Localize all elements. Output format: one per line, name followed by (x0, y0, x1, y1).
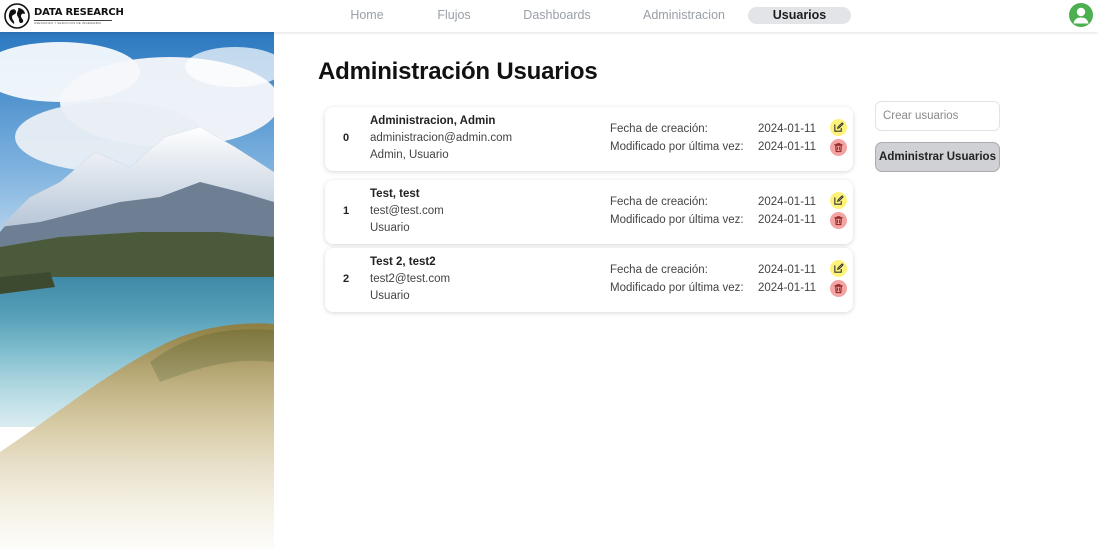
created-label: Fecha de creación: (610, 264, 708, 276)
created-label: Fecha de creación: (610, 123, 708, 135)
user-roles: Usuario (370, 290, 410, 302)
edit-user-button[interactable] (830, 260, 847, 277)
landscape-image (0, 32, 274, 549)
user-email: test@test.com (370, 205, 444, 217)
delete-user-button[interactable] (830, 212, 847, 229)
edit-user-button[interactable] (830, 119, 847, 136)
modified-label: Modificado por última vez: (610, 141, 744, 153)
user-card: 0 Administracion, Admin administracion@a… (325, 107, 853, 171)
trash-icon (834, 143, 843, 153)
create-users-input[interactable] (875, 101, 1000, 131)
top-navigation-bar: DATA RESEARCH ASESORIAS Y SERVICIOS DE I… (0, 0, 1098, 32)
manage-users-button[interactable]: Administrar Usuarios (875, 142, 1000, 172)
user-avatar-button[interactable] (1069, 3, 1093, 27)
nav-item-administracion[interactable]: Administracion (636, 7, 732, 24)
user-avatar-icon (1073, 7, 1089, 24)
delete-user-button[interactable] (830, 139, 847, 156)
modified-date: 2024-01-11 (758, 214, 816, 226)
modified-date: 2024-01-11 (758, 141, 816, 153)
user-card: 1 Test, test test@test.com Usuario Fecha… (325, 180, 853, 244)
edit-user-button[interactable] (830, 192, 847, 209)
created-date: 2024-01-11 (758, 264, 816, 276)
nav-item-home[interactable]: Home (338, 7, 396, 24)
user-card: 2 Test 2, test2 test2@test.com Usuario F… (325, 248, 853, 312)
nav-item-usuarios[interactable]: Usuarios (748, 7, 851, 24)
user-name: Test 2, test2 (370, 256, 436, 268)
user-email: administracion@admin.com (370, 132, 513, 144)
nav-item-flujos[interactable]: Flujos (429, 7, 479, 24)
user-email: test2@test.com (370, 273, 451, 285)
user-index: 2 (343, 273, 350, 285)
nav-item-dashboards[interactable]: Dashboards (515, 7, 599, 24)
created-date: 2024-01-11 (758, 123, 816, 135)
user-roles: Admin, Usuario (370, 149, 449, 161)
user-index: 1 (343, 205, 350, 217)
created-date: 2024-01-11 (758, 196, 816, 208)
created-label: Fecha de creación: (610, 196, 708, 208)
edit-icon (834, 263, 844, 273)
edit-icon (834, 122, 844, 132)
modified-label: Modificado por última vez: (610, 214, 744, 226)
edit-icon (834, 195, 844, 205)
modified-date: 2024-01-11 (758, 282, 816, 294)
modified-label: Modificado por última vez: (610, 282, 744, 294)
trash-icon (834, 284, 843, 294)
mountain-lake-illustration (0, 32, 274, 549)
main-nav: Home Flujos Dashboards Administracion Us… (0, 7, 1098, 25)
user-index: 0 (343, 132, 350, 144)
user-name: Administracion, Admin (370, 115, 496, 127)
user-roles: Usuario (370, 222, 410, 234)
page-title: Administración Usuarios (318, 58, 598, 85)
user-name: Test, test (370, 188, 420, 200)
trash-icon (834, 216, 843, 226)
delete-user-button[interactable] (830, 280, 847, 297)
